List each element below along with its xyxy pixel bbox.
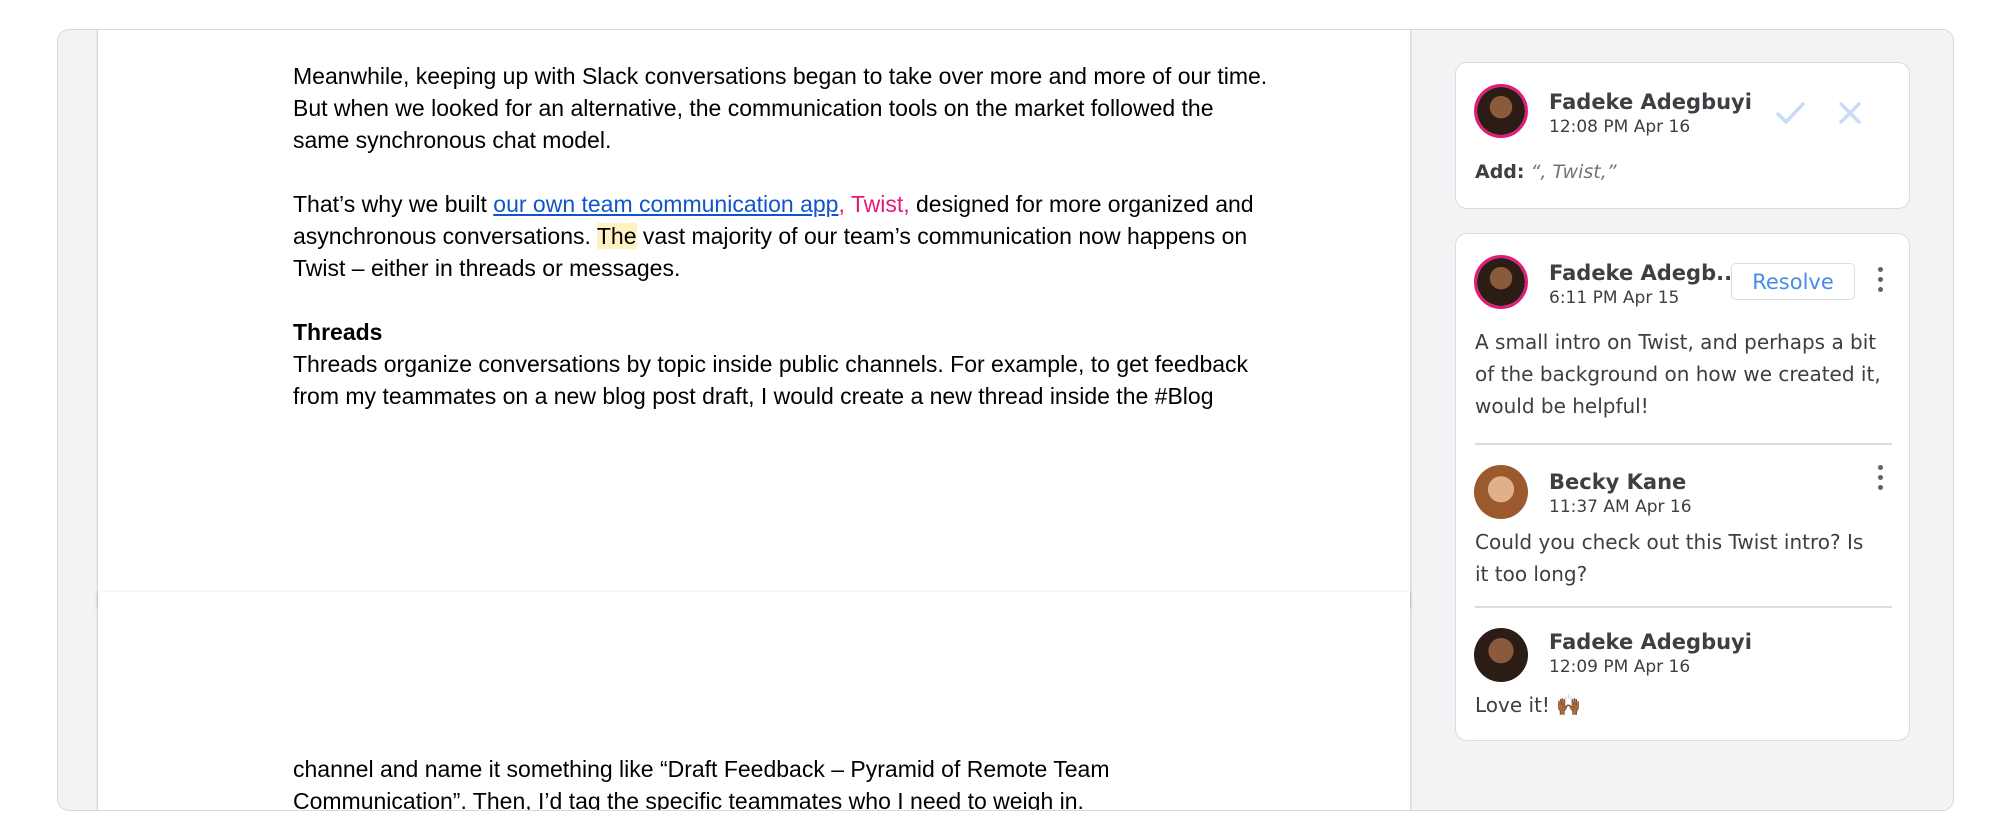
close-icon [1839, 102, 1861, 124]
more-options-icon[interactable] [1874, 465, 1886, 493]
text-line: channel and name it something like “Draf… [293, 756, 1110, 782]
section-heading: Threads [293, 319, 383, 345]
avatar [1474, 255, 1528, 309]
text-line: Meanwhile, keeping up with Slack convers… [293, 63, 1268, 89]
text-line: from my teammates on a new blog post dra… [293, 383, 1214, 409]
comment-author: Fadeke Adegbuyi [1549, 90, 1752, 114]
text-line: But when we looked for an alternative, t… [293, 95, 1214, 121]
more-options-icon[interactable] [1874, 267, 1886, 295]
document-body[interactable]: channel and name it something like “Draf… [293, 753, 1353, 811]
suggested-insertion[interactable]: , Twist, [838, 191, 909, 217]
suggestion-card[interactable]: Fadeke Adegbuyi 12:08 PM Apr 16 Add: “, … [1455, 62, 1910, 209]
resolve-button[interactable]: Resolve [1731, 263, 1855, 300]
comment-author: Fadeke Adegbuyi [1549, 630, 1752, 654]
comment-text: A small intro on Twist, and perhaps a bi… [1475, 326, 1895, 422]
commented-text-highlight[interactable]: The [596, 223, 637, 249]
document-page[interactable]: channel and name it something like “Draf… [98, 592, 1410, 811]
suggestion-detail: Add: “, Twist,” [1475, 161, 1617, 183]
app-window: Meanwhile, keeping up with Slack convers… [57, 29, 1954, 811]
paragraph: Threads Threads organize conversations b… [293, 316, 1353, 412]
document-body[interactable]: Meanwhile, keeping up with Slack convers… [293, 60, 1353, 412]
comment-time: 6:11 PM Apr 15 [1549, 288, 1680, 308]
comment-text: Could you check out this Twist intro? Is… [1475, 526, 1895, 590]
text-line: Could you check out this Twist intro? Is [1475, 530, 1864, 554]
document-page[interactable]: Meanwhile, keeping up with Slack convers… [98, 30, 1410, 607]
comment-author: Becky Kane [1549, 470, 1687, 494]
text-run: vast majority of our team’s communicatio… [636, 223, 1248, 249]
text-run: That’s why we built [293, 191, 494, 217]
text-line: Threads organize conversations by topic … [293, 351, 1249, 377]
comment-divider [1475, 606, 1892, 608]
team-app-link[interactable]: our own team communication app [493, 191, 838, 217]
comments-sidebar: Fadeke Adegbuyi 12:08 PM Apr 16 Add: “, … [1413, 30, 1953, 810]
comment-time: 12:08 PM Apr 16 [1549, 117, 1691, 137]
text-line: same synchronous chat model. [293, 127, 612, 153]
paragraph: Meanwhile, keeping up with Slack convers… [293, 60, 1353, 156]
comment-thread-card[interactable]: Fadeke Adegb... 6:11 PM Apr 15 Resolve A… [1455, 233, 1910, 741]
paragraph: channel and name it something like “Draf… [293, 753, 1353, 811]
avatar [1474, 465, 1528, 519]
text-line: Love it! 🙌🏾 [1475, 693, 1582, 717]
reject-suggestion-button[interactable] [1833, 96, 1867, 130]
comment-time: 12:09 PM Apr 16 [1549, 657, 1691, 677]
document-canvas[interactable]: Meanwhile, keeping up with Slack convers… [58, 30, 1413, 810]
suggestion-value: “, Twist,” [1530, 161, 1617, 183]
comment-time: 11:37 AM Apr 16 [1549, 497, 1692, 517]
text-run: designed for more organized and [909, 191, 1254, 217]
check-icon [1776, 102, 1805, 124]
text-line: Communication”. Then, I’d tag the specif… [293, 788, 1084, 811]
comment-text: Love it! 🙌🏾 [1475, 689, 1895, 721]
text-line: would be helpful! [1475, 394, 1649, 418]
paragraph: That’s why we built our own team communi… [293, 188, 1353, 284]
text-line: Twist – either in threads or messages. [293, 255, 681, 281]
comment-divider [1475, 443, 1892, 445]
suggestion-label: Add: [1475, 161, 1525, 183]
text-line: it too long? [1475, 562, 1588, 586]
avatar [1474, 628, 1528, 682]
text-run: asynchronous conversations. [293, 223, 597, 249]
comment-author: Fadeke Adegb... [1549, 261, 1741, 285]
accept-suggestion-button[interactable] [1773, 96, 1807, 130]
text-line: A small intro on Twist, and perhaps a bi… [1475, 330, 1877, 354]
text-line: of the background on how we created it, [1475, 362, 1881, 386]
avatar [1474, 84, 1528, 138]
